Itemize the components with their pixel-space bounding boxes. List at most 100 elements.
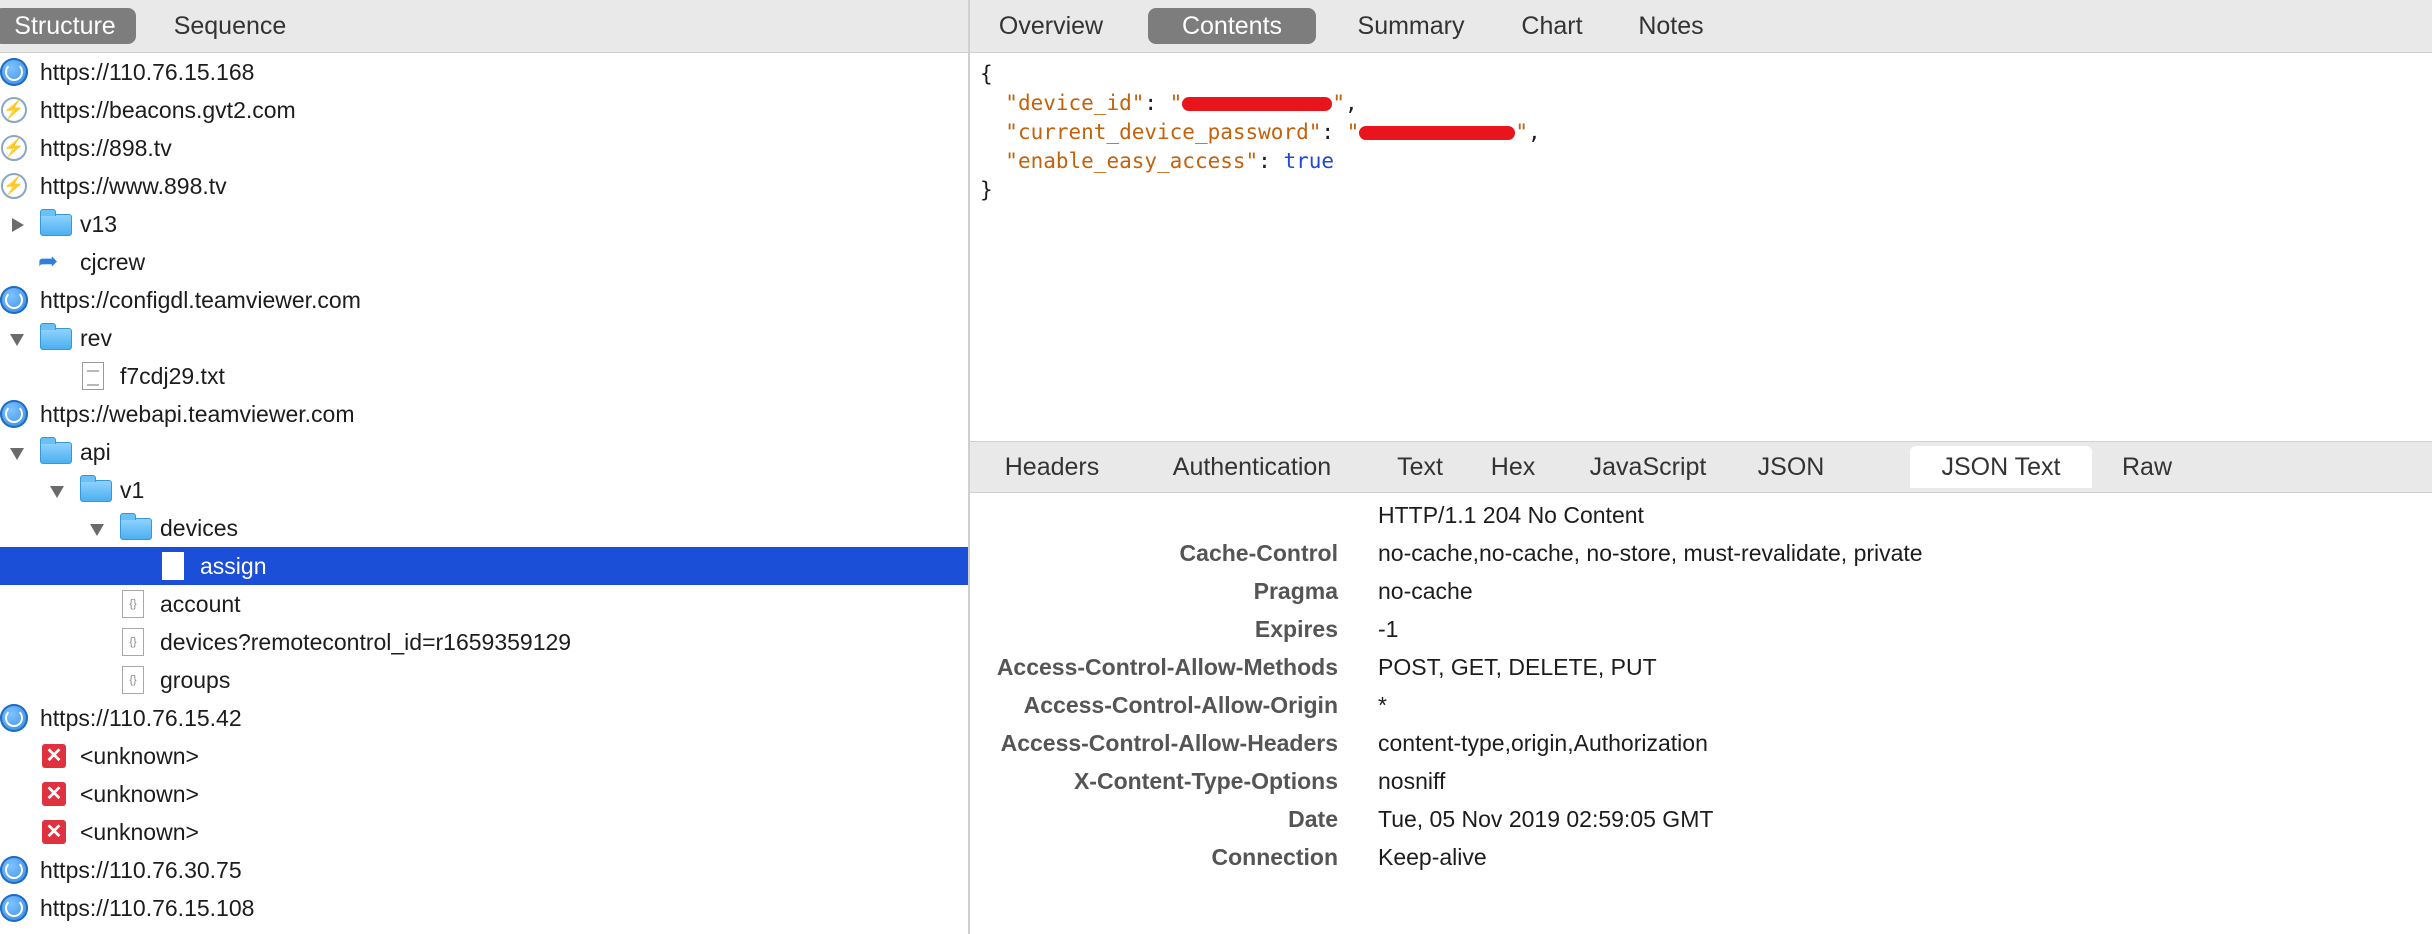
tab-structure[interactable]: Structure bbox=[0, 8, 136, 44]
tab-javascript[interactable]: JavaScript bbox=[1568, 446, 1728, 488]
disclosure-expanded-icon[interactable] bbox=[50, 486, 64, 498]
status-line: HTTP/1.1 204 No Content bbox=[1378, 502, 1644, 528]
redacted-value bbox=[1359, 126, 1516, 140]
tree-row-folder[interactable]: v1 bbox=[0, 471, 968, 509]
header-name: X-Content-Type-Options bbox=[1073, 768, 1338, 794]
tab-contents[interactable]: Contents bbox=[1148, 8, 1316, 44]
lightning-icon: ⚡ bbox=[1, 97, 27, 123]
header-value: Tue, 05 Nov 2019 02:59:05 GMT bbox=[1378, 806, 1714, 832]
json-line-easy-access: "enable_easy_access": true bbox=[980, 147, 2380, 176]
disclosure-collapsed-icon[interactable] bbox=[12, 218, 24, 232]
tree-row-host[interactable]: https://110.76.30.75 bbox=[0, 851, 968, 889]
tab-json[interactable]: JSON bbox=[1746, 446, 1836, 488]
folder-icon bbox=[40, 209, 72, 236]
tab-headers[interactable]: Headers bbox=[982, 446, 1122, 488]
globe-icon bbox=[0, 894, 28, 922]
header-row: Pragma no-cache bbox=[970, 572, 2432, 610]
tree-row-host[interactable]: https://configdl.teamviewer.com bbox=[0, 281, 968, 319]
tree-row-label: v13 bbox=[80, 211, 118, 237]
structure-pane: Structure Sequence https://110.76.15.168… bbox=[0, 0, 968, 934]
header-name: Access-Control-Allow-Origin bbox=[1023, 692, 1338, 718]
tab-summary[interactable]: Summary bbox=[1344, 8, 1478, 44]
tree-row-selected[interactable]: assign bbox=[0, 547, 968, 585]
tree-row-folder[interactable]: devices bbox=[0, 509, 968, 547]
tree-row-host[interactable]: https://110.76.15.108 bbox=[0, 889, 968, 927]
folder-icon bbox=[40, 323, 72, 350]
json-line-device-id: "device_id": " ", bbox=[980, 89, 2380, 118]
status-line-row: HTTP/1.1 204 No Content bbox=[970, 496, 2432, 534]
header-value: no-cache,no-cache, no-store, must-revali… bbox=[1378, 540, 1923, 566]
tree-row-label: https://110.76.15.42 bbox=[40, 705, 242, 731]
tree-row-host[interactable]: ⚡ https://www.898.tv bbox=[0, 167, 968, 205]
tab-overview[interactable]: Overview bbox=[988, 8, 1114, 44]
json-key: "enable_easy_access" bbox=[1005, 149, 1259, 173]
detail-tab-bar: Overview Contents Summary Chart Notes bbox=[970, 0, 2432, 53]
tree-row-folder[interactable]: rev bbox=[0, 319, 968, 357]
json-bool-value: true bbox=[1283, 149, 1335, 173]
tree-row-host[interactable]: ⚡ https://898.tv bbox=[0, 129, 968, 167]
header-row: Expires -1 bbox=[970, 610, 2432, 648]
tree-row-error[interactable]: ✕ <unknown> bbox=[0, 737, 968, 775]
disclosure-expanded-icon[interactable] bbox=[10, 448, 24, 460]
tree-row-label: rev bbox=[80, 325, 112, 351]
json-comma: , bbox=[1344, 91, 1358, 115]
lightning-icon: ⚡ bbox=[1, 135, 27, 161]
tree-row-label: account bbox=[160, 591, 241, 617]
json-file-icon: {} bbox=[122, 666, 144, 694]
tree-row-label: api bbox=[80, 439, 111, 465]
header-name: Cache-Control bbox=[1179, 540, 1338, 566]
tab-text[interactable]: Text bbox=[1380, 446, 1460, 488]
request-body-json[interactable]: { "device_id": " ", "current_device_passw… bbox=[980, 60, 2380, 205]
json-line-password: "current_device_password": " ", bbox=[980, 118, 2380, 147]
tree-row-label: <unknown> bbox=[80, 743, 199, 769]
tree-row-label: https://110.76.30.75 bbox=[40, 857, 242, 883]
tree-row-label: <unknown> bbox=[80, 781, 199, 807]
header-value: POST, GET, DELETE, PUT bbox=[1378, 654, 1657, 680]
tab-chart[interactable]: Chart bbox=[1506, 8, 1598, 44]
tree-row-label: https://110.76.15.108 bbox=[40, 895, 255, 921]
text-file-icon bbox=[82, 362, 104, 390]
disclosure-expanded-icon[interactable] bbox=[90, 524, 104, 536]
tree-row-host[interactable]: ⚡ https://beacons.gvt2.com bbox=[0, 91, 968, 129]
json-key: "device_id" bbox=[1005, 91, 1145, 115]
json-colon: : bbox=[1258, 149, 1284, 173]
tab-raw[interactable]: Raw bbox=[2112, 446, 2182, 488]
header-row: Access-Control-Allow-Methods POST, GET, … bbox=[970, 648, 2432, 686]
tree-row-host[interactable]: https://110.76.15.168 bbox=[0, 53, 968, 91]
tree-row-error[interactable]: ✕ <unknown> bbox=[0, 813, 968, 851]
disclosure-expanded-icon[interactable] bbox=[10, 334, 24, 346]
tree-row-error[interactable]: ✕ <unknown> bbox=[0, 775, 968, 813]
tab-hex[interactable]: Hex bbox=[1478, 446, 1548, 488]
tree-row-file[interactable]: {} devices?remotecontrol_id=r1659359129 bbox=[0, 623, 968, 661]
tab-json-text[interactable]: JSON Text bbox=[1910, 446, 2092, 488]
header-value: no-cache bbox=[1378, 578, 1473, 604]
tree-row-file[interactable]: {} groups bbox=[0, 661, 968, 699]
tab-sequence[interactable]: Sequence bbox=[150, 8, 310, 44]
header-row: Cache-Control no-cache,no-cache, no-stor… bbox=[970, 534, 2432, 572]
tree-row-file[interactable]: {} account bbox=[0, 585, 968, 623]
tree-row-label: https://webapi.teamviewer.com bbox=[40, 401, 355, 427]
tree-row-host[interactable]: https://110.76.15.42 bbox=[0, 699, 968, 737]
json-key: "current_device_password" bbox=[1005, 120, 1322, 144]
tree-row-file[interactable]: f7cdj29.txt bbox=[0, 357, 968, 395]
folder-icon bbox=[120, 513, 152, 540]
tree-row-redirect[interactable]: ➦ cjcrew bbox=[0, 243, 968, 281]
json-colon: : bbox=[1321, 120, 1347, 144]
tree-row-label: f7cdj29.txt bbox=[120, 363, 225, 389]
json-file-icon: {} bbox=[122, 590, 144, 618]
tab-authentication[interactable]: Authentication bbox=[1142, 446, 1362, 488]
tree-row-folder[interactable]: v13 bbox=[0, 205, 968, 243]
header-value: content-type,origin,Authorization bbox=[1378, 730, 1708, 756]
header-row: Access-Control-Allow-Origin * bbox=[970, 686, 2432, 724]
detail-pane: Overview Contents Summary Chart Notes { … bbox=[970, 0, 2432, 934]
tree-row-label: cjcrew bbox=[80, 249, 146, 275]
tab-notes[interactable]: Notes bbox=[1624, 8, 1718, 44]
tree-row-folder[interactable]: api bbox=[0, 433, 968, 471]
header-name: Expires bbox=[1254, 616, 1338, 642]
json-file-icon: {} bbox=[122, 628, 144, 656]
json-comma: , bbox=[1527, 120, 1541, 144]
tree-row-host[interactable]: https://webapi.teamviewer.com bbox=[0, 395, 968, 433]
json-quote: " bbox=[1346, 120, 1360, 144]
tree-row-label: assign bbox=[200, 553, 267, 579]
tree-row-label: devices bbox=[160, 515, 238, 541]
